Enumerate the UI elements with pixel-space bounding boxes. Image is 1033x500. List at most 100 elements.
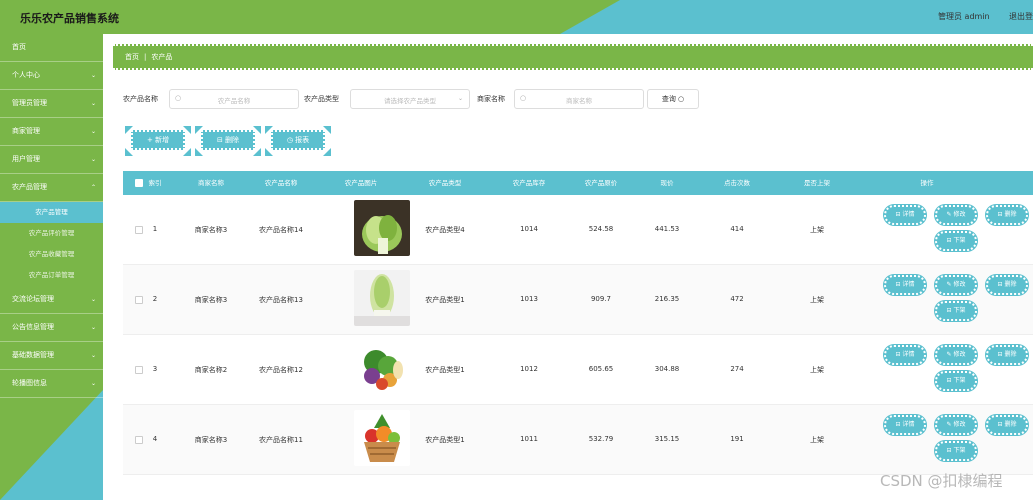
sidebar-subitem[interactable]: 农产品管理	[0, 202, 103, 223]
sidebar-item[interactable]: 轮播图信息 ⌄	[0, 370, 103, 398]
edit-row-button[interactable]: ✎ 修改	[935, 345, 977, 365]
cell-type: 农产品类型1	[425, 436, 465, 444]
delete-row-button[interactable]: ⊟ 删除	[986, 205, 1028, 225]
cell-stock: 1013	[520, 295, 538, 303]
sidebar-item-label: 商家管理	[12, 127, 40, 135]
column-header: 现价	[660, 179, 674, 187]
cell-price: 304.88	[654, 365, 680, 373]
detail-row-button[interactable]: ⊟ 详情	[884, 345, 926, 365]
table-body: 1 商家名称3 农产品名称14 农产品类型4 1014 524.58 441.53 414 上架…	[123, 195, 1033, 475]
sidebar-item[interactable]: 基础数据管理 ⌄	[0, 342, 103, 370]
sidebar-item-label: 轮播图信息	[12, 379, 47, 387]
product-type-select[interactable]: 请选择农产品类型 ⌄	[350, 89, 470, 109]
product-image	[354, 200, 410, 256]
offshelf-row-button[interactable]: ⊟ 下架	[935, 231, 977, 251]
chevron-icon: ⌃	[90, 184, 96, 191]
column-header: 农产品名称	[264, 179, 298, 187]
cell-price: 216.35	[654, 295, 680, 303]
chevron-icon: ⌄	[90, 352, 96, 359]
cell-type: 农产品类型4	[425, 226, 465, 234]
sidebar-subitem[interactable]: 农产品订单管理	[0, 265, 103, 286]
sidebar-subitem[interactable]: 农产品收藏管理	[0, 244, 103, 265]
chevron-icon: ⌄	[90, 296, 96, 303]
delete-button[interactable]: ⊟ 删除	[195, 126, 261, 156]
sidebar-item[interactable]: 首页	[0, 34, 103, 62]
shop-name-input[interactable]: ○ 商家名称	[514, 89, 644, 109]
table-row: 3 商家名称2 农产品名称12 农产品类型1 1012 605.65 304.88 274 上架…	[123, 335, 1033, 405]
cell-clicks: 191	[730, 435, 744, 443]
product-image	[354, 270, 410, 326]
edit-row-button[interactable]: ✎ 修改	[935, 275, 977, 295]
product-table: 索引 商家名称 农产品名称 农产品图片 农产品类型 农产品库存 农产品原价 现价 点击次数 是否上…	[123, 171, 1033, 475]
cell-shop: 商家名称3	[194, 436, 228, 444]
cell-orig_price: 532.79	[588, 435, 614, 443]
table-row: 4 商家名称3 农产品名称11 农产品类型1 1011 532.79 315.15 191 上架…	[123, 405, 1033, 475]
current-user: 管理员 admin	[938, 12, 990, 21]
edit-row-button[interactable]: ✎ 修改	[935, 415, 977, 435]
cell-shop: 商家名称2	[194, 366, 228, 374]
sidebar-menu: 首页 个人中心 ⌄ 管理员管理 ⌄ 商家管理 ⌄ 用户管理 ⌄ 农产品管理 ⌃ 农产品管理 农产品评价管…	[0, 34, 103, 398]
breadcrumb-home[interactable]: 首页	[125, 53, 139, 61]
detail-row-button[interactable]: ⊟ 详情	[884, 275, 926, 295]
sidebar-item[interactable]: 商家管理 ⌄	[0, 118, 103, 146]
add-button[interactable]: + 新增	[125, 126, 191, 156]
chevron-icon: ⌄	[90, 324, 96, 331]
logout-link[interactable]: 退出登	[1009, 11, 1033, 22]
sidebar-item[interactable]: 公告信息管理 ⌄	[0, 314, 103, 342]
delete-row-button[interactable]: ⊟ 删除	[986, 345, 1028, 365]
cell-shop: 商家名称3	[194, 226, 228, 234]
column-header: 索引	[148, 179, 162, 187]
report-button[interactable]: ◷ 报表	[265, 126, 331, 156]
cell-index: 4	[152, 435, 158, 443]
cell-status: 上架	[810, 226, 824, 234]
column-header: 农产品库存	[512, 179, 546, 187]
delete-row-button[interactable]: ⊟ 删除	[986, 275, 1028, 295]
chevron-icon: ⌄	[90, 128, 96, 135]
sidebar-item[interactable]: 农产品管理 ⌃	[0, 174, 103, 202]
cell-status: 上架	[810, 296, 824, 304]
column-header: 农产品原价	[584, 179, 618, 187]
detail-row-button[interactable]: ⊟ 详情	[884, 205, 926, 225]
search-button[interactable]: 查询 ○	[647, 89, 699, 109]
chevron-icon: ⌄	[90, 100, 96, 107]
sidebar-item[interactable]: 个人中心 ⌄	[0, 62, 103, 90]
cell-price: 315.15	[654, 435, 680, 443]
shop-name-label: 商家名称	[477, 95, 505, 103]
breadcrumb: 首页 | 农产品	[113, 44, 1033, 70]
offshelf-row-button[interactable]: ⊟ 下架	[935, 301, 977, 321]
column-header: 商家名称	[198, 179, 224, 187]
delete-row-button[interactable]: ⊟ 删除	[986, 415, 1028, 435]
chevron-down-icon: ⌄	[457, 95, 463, 102]
cell-name: 农产品名称11	[259, 436, 303, 444]
sidebar-item[interactable]: 管理员管理 ⌄	[0, 90, 103, 118]
edit-row-button[interactable]: ✎ 修改	[935, 205, 977, 225]
sidebar-item[interactable]: 用户管理 ⌄	[0, 146, 103, 174]
column-header: 操作	[920, 179, 934, 187]
breadcrumb-separator: |	[144, 53, 147, 61]
cell-index: 2	[152, 295, 158, 303]
cell-type: 农产品类型1	[425, 366, 465, 374]
table-row: 1 商家名称3 农产品名称14 农产品类型4 1014 524.58 441.53 414 上架…	[123, 195, 1033, 265]
sidebar-item[interactable]: 交流论坛管理 ⌄	[0, 286, 103, 314]
chevron-icon: ⌄	[90, 156, 96, 163]
detail-row-button[interactable]: ⊟ 详情	[884, 415, 926, 435]
report-button-label: ◷ 报表	[271, 130, 325, 150]
product-name-placeholder: 农产品名称	[217, 97, 251, 105]
cell-stock: 1012	[520, 365, 538, 373]
sidebar-subitem[interactable]: 农产品评价管理	[0, 223, 103, 244]
sidebar: 首页 个人中心 ⌄ 管理员管理 ⌄ 商家管理 ⌄ 用户管理 ⌄ 农产品管理 ⌃ 农产品管理 农产品评价管…	[0, 34, 103, 500]
cell-stock: 1011	[520, 435, 538, 443]
cell-clicks: 274	[730, 365, 744, 373]
sidebar-item-label: 首页	[12, 43, 26, 51]
table-header: 索引 商家名称 农产品名称 农产品图片 农产品类型 农产品库存 农产品原价 现价 点击次数 是否上…	[123, 171, 1033, 195]
sidebar-item-label: 基础数据管理	[12, 351, 54, 359]
product-name-input[interactable]: ○ 农产品名称	[169, 89, 299, 109]
offshelf-row-button[interactable]: ⊟ 下架	[935, 441, 977, 461]
sidebar-item-label: 公告信息管理	[12, 323, 54, 331]
offshelf-row-button[interactable]: ⊟ 下架	[935, 371, 977, 391]
table-row: 2 商家名称3 农产品名称13 农产品类型1 1013 909.7 216.35 472 上架 ⊟…	[123, 265, 1033, 335]
cell-name: 农产品名称12	[259, 366, 303, 374]
breadcrumb-current: 农产品	[151, 53, 173, 61]
search-form: 农产品名称 ○ 农产品名称 农产品类型 请选择农产品类型 ⌄ 商家名称 ○ 商家…	[123, 89, 1023, 109]
cell-name: 农产品名称13	[259, 296, 303, 304]
